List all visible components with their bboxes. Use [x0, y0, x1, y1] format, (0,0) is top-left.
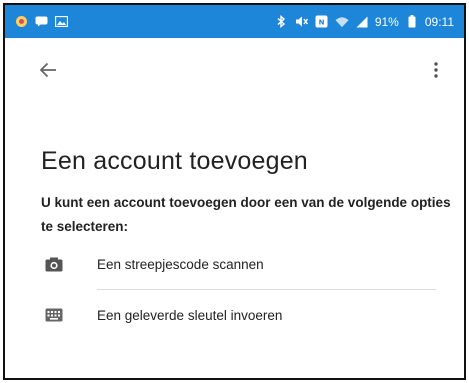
nfc-icon: N [315, 15, 329, 29]
gallery-icon [54, 15, 68, 29]
camera-icon [44, 255, 64, 273]
status-time: 09:11 [424, 14, 454, 29]
status-bar-left [14, 15, 68, 29]
option-label: Een geleverde sleutel invoeren [97, 307, 283, 323]
more-vert-icon [434, 62, 438, 78]
battery-percentage: 91% [374, 14, 399, 29]
more-options-button[interactable] [428, 57, 444, 83]
toolbar [5, 38, 464, 98]
mute-icon [295, 15, 309, 29]
battery-icon [405, 15, 419, 29]
keyboard-icon [44, 306, 64, 324]
app-notification-icon [14, 15, 28, 29]
wifi-icon [335, 15, 349, 29]
message-icon [34, 15, 48, 29]
status-bar: N 91% 09:11 [5, 5, 464, 38]
option-label: Een streepjescode scannen [97, 256, 264, 272]
svg-text:N: N [319, 19, 325, 27]
option-divider [97, 289, 436, 290]
status-bar-right: N 91% 09:11 [275, 15, 454, 29]
signal-icon [355, 15, 369, 29]
back-button[interactable] [35, 57, 61, 83]
app-frame: N 91% 09:11 Een account toevoegen U kunt… [3, 3, 466, 380]
scan-barcode-option[interactable]: Een streepjescode scannen [5, 242, 464, 286]
arrow-left-icon [39, 62, 57, 78]
enter-key-option[interactable]: Een geleverde sleutel invoeren [5, 293, 464, 337]
page-title: Een account toevoegen [41, 147, 308, 175]
page-description: U kunt een account toevoegen door een va… [41, 195, 451, 234]
bluetooth-icon [275, 15, 289, 29]
